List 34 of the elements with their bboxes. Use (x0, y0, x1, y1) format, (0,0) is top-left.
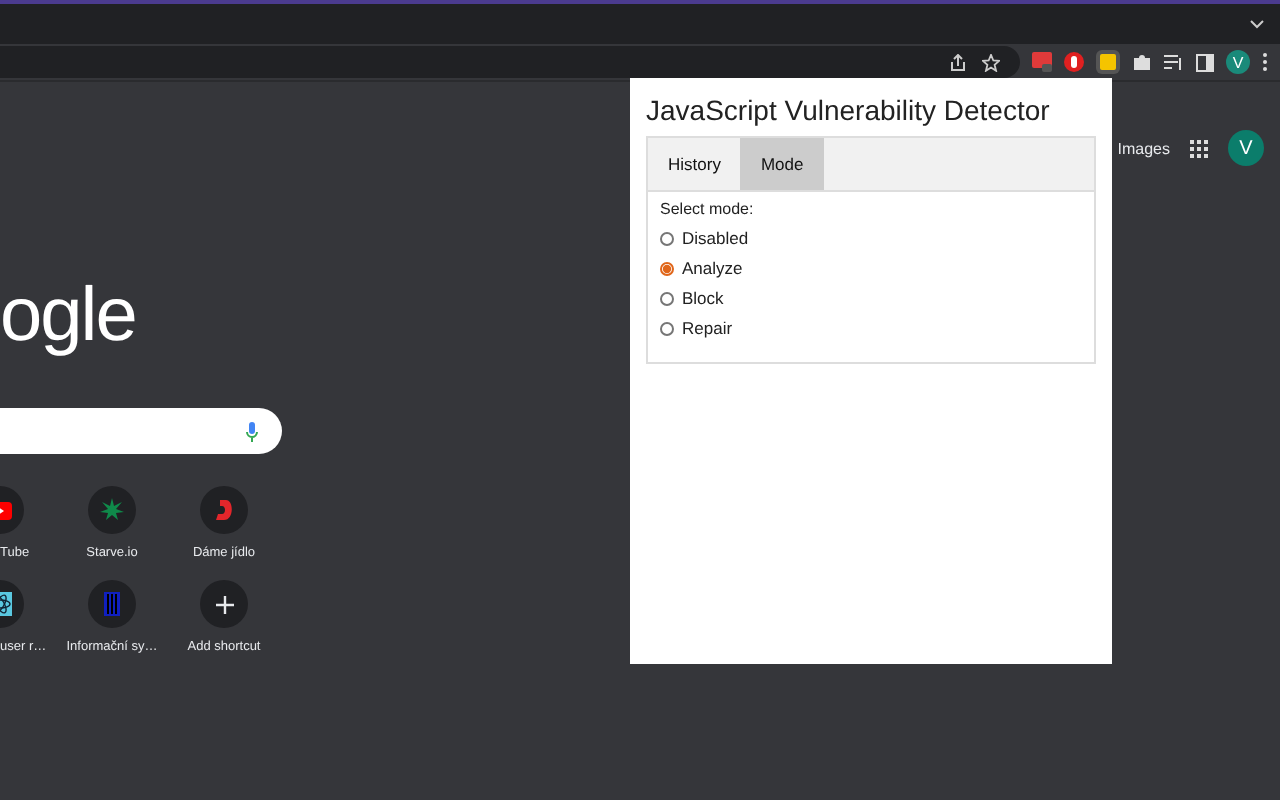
share-icon[interactable] (950, 53, 966, 71)
search-field[interactable] (0, 408, 282, 454)
radio-button[interactable] (660, 261, 674, 275)
extension-icon[interactable] (1096, 50, 1120, 74)
radio-label[interactable]: Block (682, 288, 724, 308)
letter-d-icon (213, 498, 235, 522)
prompt-label: Select mode: (660, 200, 756, 218)
shortcut-tile[interactable] (88, 580, 136, 628)
playlist-icon[interactable] (1164, 53, 1184, 71)
star-icon[interactable] (982, 53, 1000, 71)
tab[interactable]: History (648, 138, 741, 190)
shortcut-tile[interactable] (200, 486, 248, 534)
logo-text: ogle (0, 278, 136, 354)
bars-icon (104, 592, 120, 616)
images-link[interactable]: Images (1117, 139, 1170, 157)
radio-button[interactable] (660, 291, 674, 305)
more-icon[interactable] (1262, 52, 1268, 72)
splat-icon (100, 498, 124, 522)
tab[interactable]: Mode (740, 138, 824, 190)
apps-grid-icon[interactable] (1190, 139, 1208, 157)
account-avatar[interactable]: V (1228, 130, 1264, 166)
plus-icon (215, 595, 233, 613)
radio-label[interactable]: Repair (682, 318, 733, 338)
radio-button[interactable] (660, 321, 674, 335)
radio-label[interactable]: Disabled (682, 228, 749, 248)
radio-label[interactable]: Analyze (682, 258, 743, 278)
profile-avatar[interactable]: V (1226, 50, 1250, 74)
chevron-down-icon[interactable] (1250, 19, 1264, 29)
side-panel-icon[interactable] (1196, 53, 1214, 71)
popup-title: JavaScript Vulnerability Detector (646, 94, 1052, 126)
radio-button[interactable] (660, 231, 674, 245)
shortcut-tile[interactable] (88, 486, 136, 534)
shortcut-tile[interactable] (200, 580, 248, 628)
microphone-icon[interactable] (246, 421, 258, 441)
